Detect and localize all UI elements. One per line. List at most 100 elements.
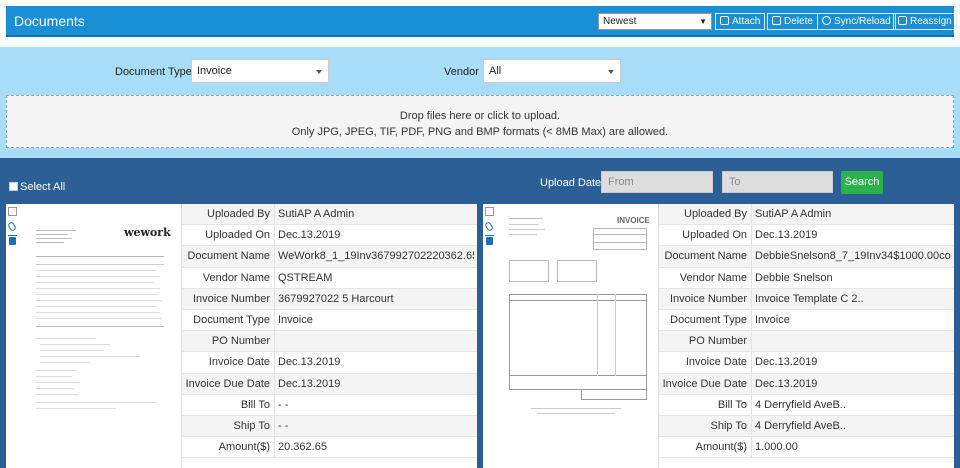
sort-select[interactable]: Newest ▼	[598, 13, 712, 30]
detail-key: Invoice Due Date	[185, 377, 270, 390]
detail-key: Amount($)	[218, 441, 270, 454]
detail-value: SutiAP A Admin	[755, 208, 832, 220]
search-button[interactable]: Search	[841, 171, 883, 194]
detail-value: 4 Derryfield AveB..	[755, 398, 846, 411]
detail-row: Uploaded By SutiAP A Admin	[659, 204, 954, 226]
paperclip-icon[interactable]	[7, 221, 17, 232]
filter-panel: Document Type Invoice Vendor All Drop fi…	[0, 47, 960, 158]
card-actions	[6, 204, 20, 468]
detail-key: Invoice Number	[192, 292, 270, 305]
delete-label: Delete	[784, 16, 813, 27]
chevron-down-icon	[608, 70, 614, 74]
attach-button[interactable]: Attach	[715, 13, 766, 30]
select-checkbox[interactable]	[8, 207, 17, 216]
document-card: wework Uploaded By SutiAP A Admin Upload…	[6, 204, 477, 468]
detail-row: Invoice Due Date Dec.13.2019	[659, 373, 954, 395]
chevron-down-icon	[316, 70, 322, 74]
detail-row: Uploaded By SutiAP A Admin	[182, 204, 477, 226]
reassign-label: Reassign	[910, 16, 952, 27]
undo-icon	[898, 16, 907, 25]
detail-key: Invoice Number	[669, 292, 747, 305]
detail-value: Invoice Template C 2..	[755, 292, 864, 305]
trash-icon[interactable]	[8, 235, 17, 245]
document-type-select[interactable]: Invoice	[191, 59, 329, 83]
detail-key: Document Name	[664, 250, 747, 263]
sync-reload-button[interactable]: Sync/Reload	[817, 13, 896, 30]
select-checkbox[interactable]	[485, 207, 494, 216]
detail-row: Bill To 4 Derryfield AveB..	[659, 394, 954, 416]
detail-value: QSTREAM	[278, 271, 333, 284]
detail-row: Invoice Date Dec.13.2019	[182, 352, 477, 374]
dropzone-instruction: Drop files here or click to upload.	[399, 110, 561, 122]
checkbox-icon	[9, 182, 18, 191]
detail-key: Amount($)	[695, 441, 747, 454]
detail-key: Vendor Name	[202, 271, 270, 284]
detail-key: Invoice Date	[208, 356, 270, 369]
vendor-select[interactable]: All	[483, 59, 621, 83]
detail-value: Invoice	[278, 313, 313, 326]
detail-value: Dec.13.2019	[755, 377, 818, 390]
detail-row: Invoice Due Date Dec.13.2019	[182, 373, 477, 395]
detail-row: Ship To 4 Derryfield AveB..	[659, 415, 954, 438]
detail-key: Uploaded By	[207, 208, 270, 220]
results-panel: Select All Upload Date From To Search we…	[0, 158, 960, 468]
detail-value: 3679927022 5 Harcourt	[278, 292, 394, 305]
detail-row: Invoice Number Invoice Template C 2..	[659, 288, 954, 310]
sync-label: Sync/Reload	[834, 16, 891, 27]
from-date-input[interactable]: From	[601, 171, 713, 193]
document-thumbnail[interactable]: wework	[20, 204, 182, 468]
detail-row: Invoice Date Dec.13.2019	[659, 352, 954, 374]
paperclip-icon[interactable]	[484, 221, 494, 232]
detail-row: Document Name DebbieSnelson8_7_19Inv34$10…	[659, 246, 954, 268]
select-all-label: Select All	[20, 181, 66, 193]
detail-value: DebbieSnelson8_7_19Inv34$1000.00copy	[755, 250, 951, 263]
detail-key: Uploaded By	[684, 208, 747, 220]
select-all-checkbox[interactable]: Select All	[9, 181, 65, 193]
dropzone-formats: Only JPG, JPEG, TIF, PDF, PNG and BMP fo…	[291, 126, 669, 138]
detail-key: Invoice Due Date	[662, 377, 747, 390]
detail-row: Vendor Name QSTREAM	[182, 267, 477, 289]
document-card: INVOICE Uploaded By SutiAP A Admin Upload…	[483, 204, 954, 468]
upload-date-label: Upload Date	[540, 177, 602, 189]
detail-key: Document Name	[187, 250, 270, 263]
detail-value: Dec.13.2019	[755, 229, 818, 242]
top-bar: Documents Newest ▼ Attach Delete Sync/Re…	[6, 6, 957, 37]
document-thumbnail[interactable]: INVOICE	[497, 204, 659, 468]
thumb-brand: wework	[124, 226, 171, 239]
detail-row: Ship To - -	[182, 415, 477, 438]
detail-value: SutiAP A Admin	[278, 208, 355, 220]
detail-value: Dec.13.2019	[755, 356, 818, 369]
document-type-value: Invoice	[197, 65, 232, 77]
sort-select-value: Newest	[603, 16, 637, 27]
detail-row: Document Type Invoice	[182, 309, 477, 332]
detail-row: Uploaded On Dec.13.2019	[182, 225, 477, 247]
detail-value: 1.000.00	[755, 441, 798, 454]
document-details: Uploaded By SutiAP A Admin Uploaded On Dec…	[182, 204, 477, 459]
trash-icon[interactable]	[485, 235, 494, 245]
detail-key: Uploaded On	[682, 229, 747, 242]
detail-value: - -	[278, 419, 289, 432]
detail-row: Invoice Number 3679927022 5 Harcourt	[182, 288, 477, 310]
detail-row: Document Type Invoice	[659, 309, 954, 332]
detail-value: - -	[278, 398, 289, 411]
chevron-down-icon: ▼	[699, 17, 707, 26]
to-date-input[interactable]: To	[722, 171, 833, 193]
delete-button[interactable]: Delete	[767, 13, 818, 30]
detail-row: Vendor Name Debbie Snelson	[659, 267, 954, 289]
detail-value: Dec.13.2019	[278, 229, 341, 242]
reassign-button[interactable]: Reassign	[893, 13, 957, 30]
upload-dropzone[interactable]: Drop files here or click to upload. Only…	[6, 95, 954, 148]
detail-key: Document Type	[670, 313, 747, 326]
detail-key: Ship To	[710, 419, 748, 432]
detail-key: Vendor Name	[679, 271, 747, 284]
detail-value: Debbie Snelson	[755, 271, 833, 284]
card-actions	[483, 204, 497, 468]
detail-value: Dec.13.2019	[278, 377, 341, 390]
attach-label: Attach	[732, 16, 761, 27]
thumb-brand: INVOICE	[617, 216, 650, 225]
detail-key: Uploaded On	[205, 229, 270, 242]
detail-key: PO Number	[688, 335, 747, 348]
paperclip-icon	[720, 16, 729, 25]
detail-row: PO Number	[182, 331, 477, 353]
detail-row: Bill To - -	[182, 394, 477, 416]
